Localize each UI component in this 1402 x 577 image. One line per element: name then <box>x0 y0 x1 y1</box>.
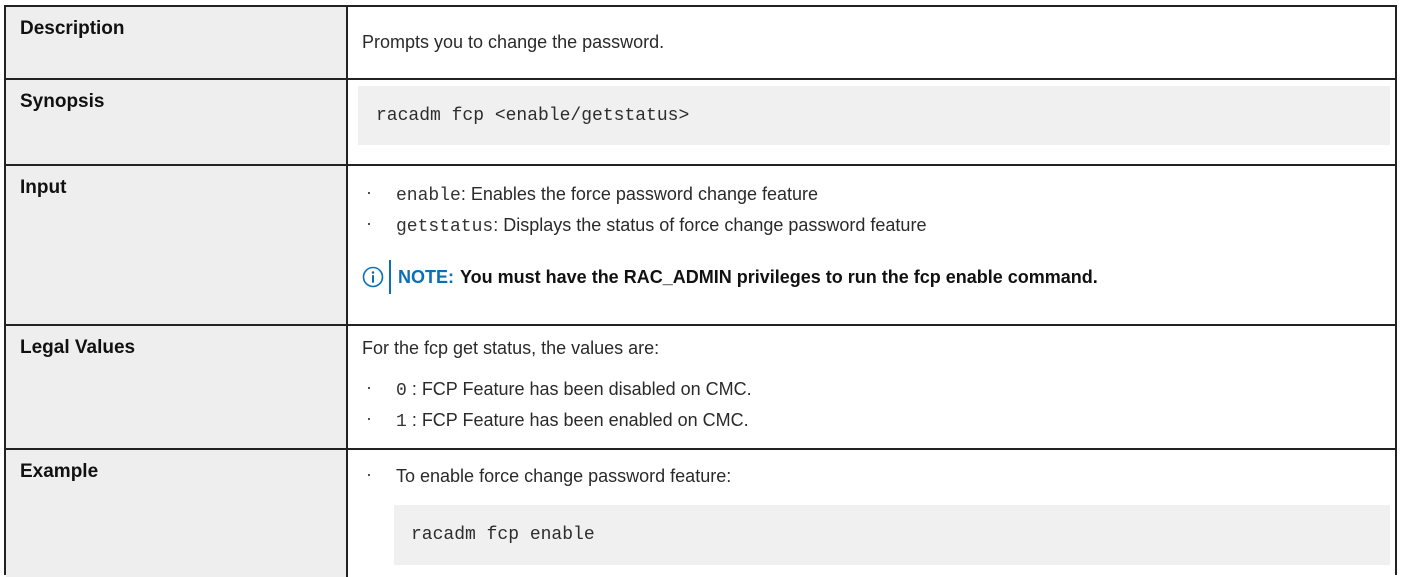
row-label: Legal Values <box>20 337 136 358</box>
input-desc: : Displays the status of force change pa… <box>493 215 927 235</box>
value-cell: Prompts you to change the password. <box>348 7 1395 78</box>
input-item: enable: Enables the force password chang… <box>396 184 818 206</box>
code-block: racadm fcp <enable/getstatus> <box>358 86 1390 145</box>
row-description: Description Prompts you to change the pa… <box>6 7 1395 80</box>
label-cell: Example <box>6 450 348 577</box>
value-cell: For the fcp get status, the values are: … <box>348 326 1395 448</box>
bullet-dot: · <box>366 213 372 233</box>
input-item: getstatus: Displays the status of force … <box>396 215 926 237</box>
info-icon <box>362 266 384 288</box>
row-example: Example · To enable force change passwor… <box>6 450 1395 577</box>
legal-value-item: 0 : FCP Feature has been disabled on CMC… <box>396 379 752 401</box>
legal-value-desc: : FCP Feature has been disabled on CMC. <box>406 379 752 399</box>
note-text: You must have the RAC_ADMIN privileges t… <box>460 266 1098 287</box>
row-label: Synopsis <box>20 91 105 112</box>
value-cell: · enable: Enables the force password cha… <box>348 166 1395 324</box>
label-cell: Description <box>6 7 348 78</box>
bullet-dot: · <box>366 377 372 397</box>
value-cell: · To enable force change password featur… <box>348 450 1395 577</box>
legal-value-desc: : FCP Feature has been enabled on CMC. <box>406 410 749 430</box>
label-cell: Synopsis <box>6 80 348 164</box>
row-label: Example <box>20 461 99 482</box>
note-divider <box>389 260 391 294</box>
input-term: getstatus <box>396 217 494 237</box>
synopsis-code: racadm fcp <enable/getstatus> <box>376 106 690 126</box>
row-label: Input <box>20 177 67 198</box>
legal-value-item: 1 : FCP Feature has been enabled on CMC. <box>396 410 749 432</box>
example-code: racadm fcp enable <box>411 525 595 545</box>
legal-value-term: 0 <box>396 381 407 401</box>
note-callout: NOTE: You must have the RAC_ADMIN privil… <box>362 260 1098 294</box>
code-block: racadm fcp enable <box>394 505 1390 565</box>
input-term: enable <box>396 186 461 206</box>
row-synopsis: Synopsis racadm fcp <enable/getstatus> <box>6 80 1395 166</box>
legal-value-term: 1 <box>396 412 407 432</box>
label-cell: Legal Values <box>6 326 348 448</box>
description-text: Prompts you to change the password. <box>362 32 665 52</box>
row-legal-values: Legal Values For the fcp get status, the… <box>6 326 1395 450</box>
label-cell: Input <box>6 166 348 324</box>
row-input: Input · enable: Enables the force passwo… <box>6 166 1395 326</box>
example-item: To enable force change password feature: <box>396 466 732 486</box>
input-desc: : Enables the force password change feat… <box>460 184 819 204</box>
note-label: NOTE: <box>398 266 454 287</box>
value-cell: racadm fcp <enable/getstatus> <box>348 80 1395 164</box>
bullet-dot: · <box>366 464 372 484</box>
bullet-dot: · <box>366 408 372 428</box>
command-reference-table: Description Prompts you to change the pa… <box>4 5 1397 577</box>
bullet-dot: · <box>366 182 372 202</box>
row-label: Description <box>20 18 125 39</box>
legal-values-intro: For the fcp get status, the values are: <box>362 338 660 358</box>
